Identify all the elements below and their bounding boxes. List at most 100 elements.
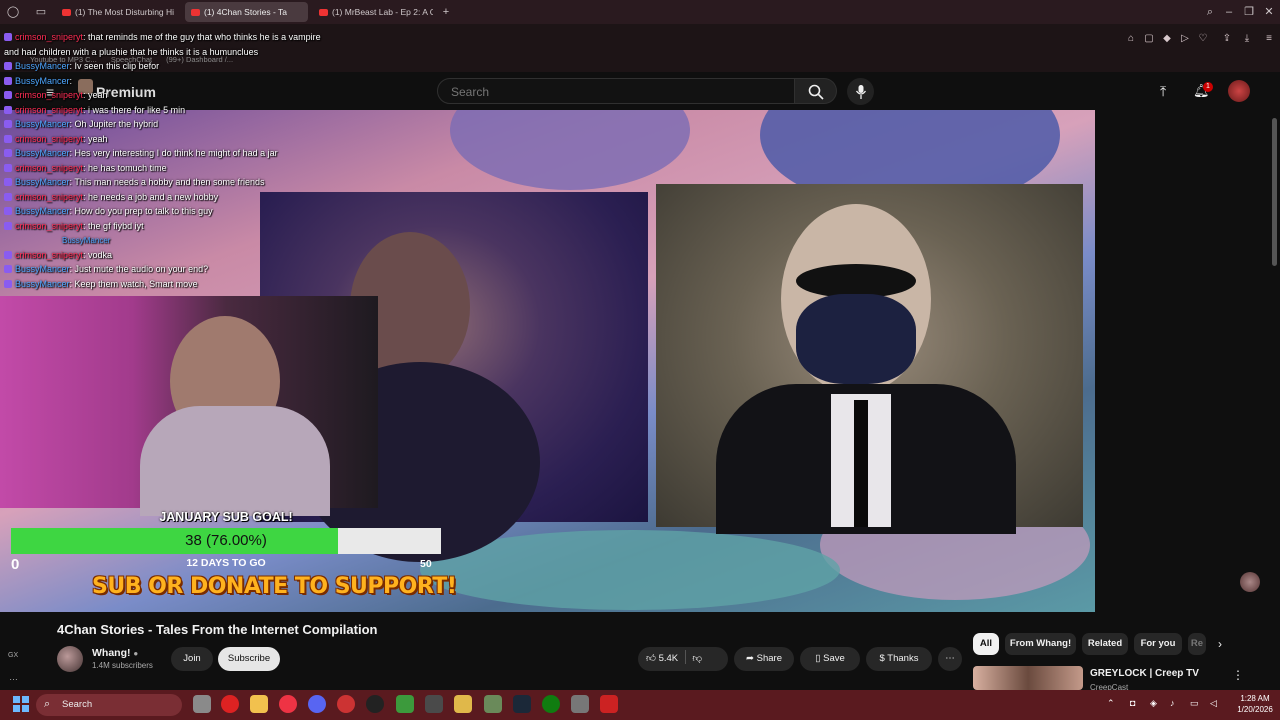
- app-red-icon[interactable]: [279, 695, 297, 713]
- chip-for-you[interactable]: For you: [1134, 633, 1182, 655]
- app-circle-icon[interactable]: [337, 695, 355, 713]
- chat-message: crimson_sniperyt: that reminds me of the…: [4, 32, 321, 42]
- sub-goal-title: JANUARY SUB GOAL!: [159, 510, 293, 524]
- opera-gx-taskbar-icon[interactable]: [221, 695, 239, 713]
- app-map-icon[interactable]: [484, 695, 502, 713]
- channel-name-text[interactable]: Whang!: [92, 647, 131, 659]
- chip-all[interactable]: All: [973, 633, 999, 655]
- task-view-icon[interactable]: [193, 695, 211, 713]
- tab-4chan-stories[interactable]: (1) 4Chan Stories - Ta: [185, 2, 308, 22]
- channel-name[interactable]: Whang! ●: [92, 647, 138, 659]
- tab-most-disturbing[interactable]: (1) The Most Disturbing Hi: [56, 2, 176, 22]
- recommendation-menu-icon[interactable]: ⋮: [1232, 668, 1244, 682]
- app-gray-icon[interactable]: [571, 695, 589, 713]
- chat-message: BussyMancer: Oh Jupiter the hybrid: [4, 119, 158, 129]
- tray-volume-icon[interactable]: ◁: [1210, 698, 1217, 709]
- file-explorer-icon[interactable]: [250, 695, 268, 713]
- xbox-icon[interactable]: [542, 695, 560, 713]
- app-active-red-icon[interactable]: [600, 695, 618, 713]
- app-green-icon[interactable]: [396, 695, 414, 713]
- menu-icon[interactable]: ≡: [1262, 32, 1276, 46]
- voice-search-button[interactable]: [847, 78, 874, 105]
- search-input[interactable]: [449, 84, 753, 100]
- share-icon[interactable]: ⇪: [1220, 32, 1234, 46]
- webcam-right: [656, 184, 1083, 534]
- shield-icon[interactable]: ◆: [1160, 32, 1174, 46]
- taskbar-clock[interactable]: 1:28 AM 1/20/2026: [1232, 693, 1278, 715]
- tray-display-icon[interactable]: ▭: [1190, 698, 1199, 709]
- heart-icon[interactable]: ♡: [1196, 32, 1210, 46]
- bookmark-icon[interactable]: ⌂: [1124, 32, 1138, 46]
- upload-icon[interactable]: ⤒: [1160, 83, 1166, 100]
- chat-message: crimson_sniperyt: he has tomuch time: [4, 163, 167, 173]
- chevron-right-icon[interactable]: ›: [1218, 637, 1222, 651]
- tab-mrbeast-lab[interactable]: (1) MrBeast Lab - Ep 2: A C: [313, 2, 433, 22]
- join-button[interactable]: Join: [171, 647, 213, 671]
- subscribe-button[interactable]: Subscribe: [218, 647, 280, 671]
- chat-text: vodka: [88, 249, 113, 260]
- search-field[interactable]: [437, 78, 795, 104]
- chat-text: yeah: [88, 90, 108, 100]
- chip-related[interactable]: Related: [1082, 633, 1128, 655]
- chat-username: BussyMancer: [15, 119, 70, 129]
- chat-username: crimson_sniperyt: [15, 191, 84, 202]
- more-actions-button[interactable]: ⋯: [938, 647, 962, 671]
- minimize-icon[interactable]: –: [1222, 5, 1236, 19]
- chat-badge-icon: [4, 265, 12, 273]
- chip-from-whang[interactable]: From Whang!: [1005, 633, 1076, 655]
- chip-recently-uploaded[interactable]: Re: [1188, 633, 1206, 655]
- search-button[interactable]: [795, 78, 837, 104]
- steam-icon[interactable]: [513, 695, 531, 713]
- verified-icon: ●: [133, 649, 139, 658]
- tab-label: (1) 4Chan Stories - Ta: [204, 7, 287, 17]
- restore-icon[interactable]: ❐: [1242, 5, 1256, 19]
- channel-avatar[interactable]: [57, 646, 83, 672]
- recommendation-title[interactable]: GREYLOCK | Creep TV: [1090, 668, 1199, 679]
- tray-network-icon[interactable]: ◈: [1150, 698, 1157, 709]
- thanks-button[interactable]: $ Thanks: [866, 647, 932, 671]
- recommendation-thumbnail[interactable]: [973, 666, 1083, 690]
- chat-text: he needs a job and a new hobby: [88, 191, 219, 202]
- chat-badge-icon: [4, 149, 12, 157]
- floating-avatar[interactable]: [1240, 572, 1260, 592]
- windows-start-icon[interactable]: [13, 696, 29, 712]
- tray-chevron-icon[interactable]: ⌃: [1107, 698, 1115, 709]
- save-button[interactable]: ▯ Save: [800, 647, 860, 671]
- taskbar-search[interactable]: ⌕ Search: [36, 694, 182, 716]
- tray-mic-icon[interactable]: ♪: [1170, 698, 1175, 708]
- chat-text: This man needs a hobby and then some fri…: [74, 177, 265, 187]
- tab-label: (1) The Most Disturbing Hi: [75, 7, 175, 17]
- background-cloud: [450, 110, 690, 190]
- chat-reply-user: BussyMancer: [62, 236, 111, 245]
- chat-badge-icon: [4, 134, 12, 143]
- search-tabs-icon[interactable]: ⌕: [1203, 5, 1217, 19]
- more-icon[interactable]: …: [9, 672, 18, 682]
- chat-username: crimson_sniperyt: [15, 104, 84, 115]
- app-star-icon[interactable]: [454, 695, 472, 713]
- new-tab-button[interactable]: +: [439, 5, 453, 19]
- chat-message: BussyMancer: Just mute the audio on your…: [4, 264, 208, 274]
- download-icon[interactable]: ⤓: [1240, 32, 1254, 46]
- account-avatar[interactable]: [1228, 80, 1250, 102]
- like-icon[interactable]: 👍︎: [646, 653, 656, 664]
- player-icon[interactable]: ▷: [1178, 32, 1192, 46]
- tab-grid-icon[interactable]: ▭: [34, 5, 48, 19]
- page-scrollbar[interactable]: [1272, 118, 1277, 266]
- close-icon[interactable]: ✕: [1262, 5, 1276, 19]
- chat-text: How do you prep to talk to this guy: [74, 206, 213, 216]
- share-button[interactable]: ➦ Share: [734, 647, 794, 671]
- tray-app-icon[interactable]: ◘: [1130, 698, 1135, 708]
- screenshot-icon[interactable]: ▢: [1142, 32, 1156, 46]
- chat-badge-icon: [4, 192, 12, 201]
- dislike-icon[interactable]: 👎︎: [692, 653, 702, 664]
- chat-text: yeah: [88, 133, 108, 144]
- app-dark-icon[interactable]: [425, 695, 443, 713]
- chat-message: crimson_sniperyt: the gf fiybd iyt: [4, 221, 144, 231]
- discord-icon[interactable]: [308, 695, 326, 713]
- like-count[interactable]: 5.4K: [659, 653, 679, 664]
- chat-message: BussyMancer: Hes very interesting I do t…: [4, 148, 278, 158]
- chat-text: Iv seen this clip befor: [74, 61, 160, 71]
- chat-username: BussyMancer: [15, 61, 70, 71]
- obs-icon[interactable]: [366, 695, 384, 713]
- opera-logo-icon[interactable]: ◯: [6, 5, 20, 19]
